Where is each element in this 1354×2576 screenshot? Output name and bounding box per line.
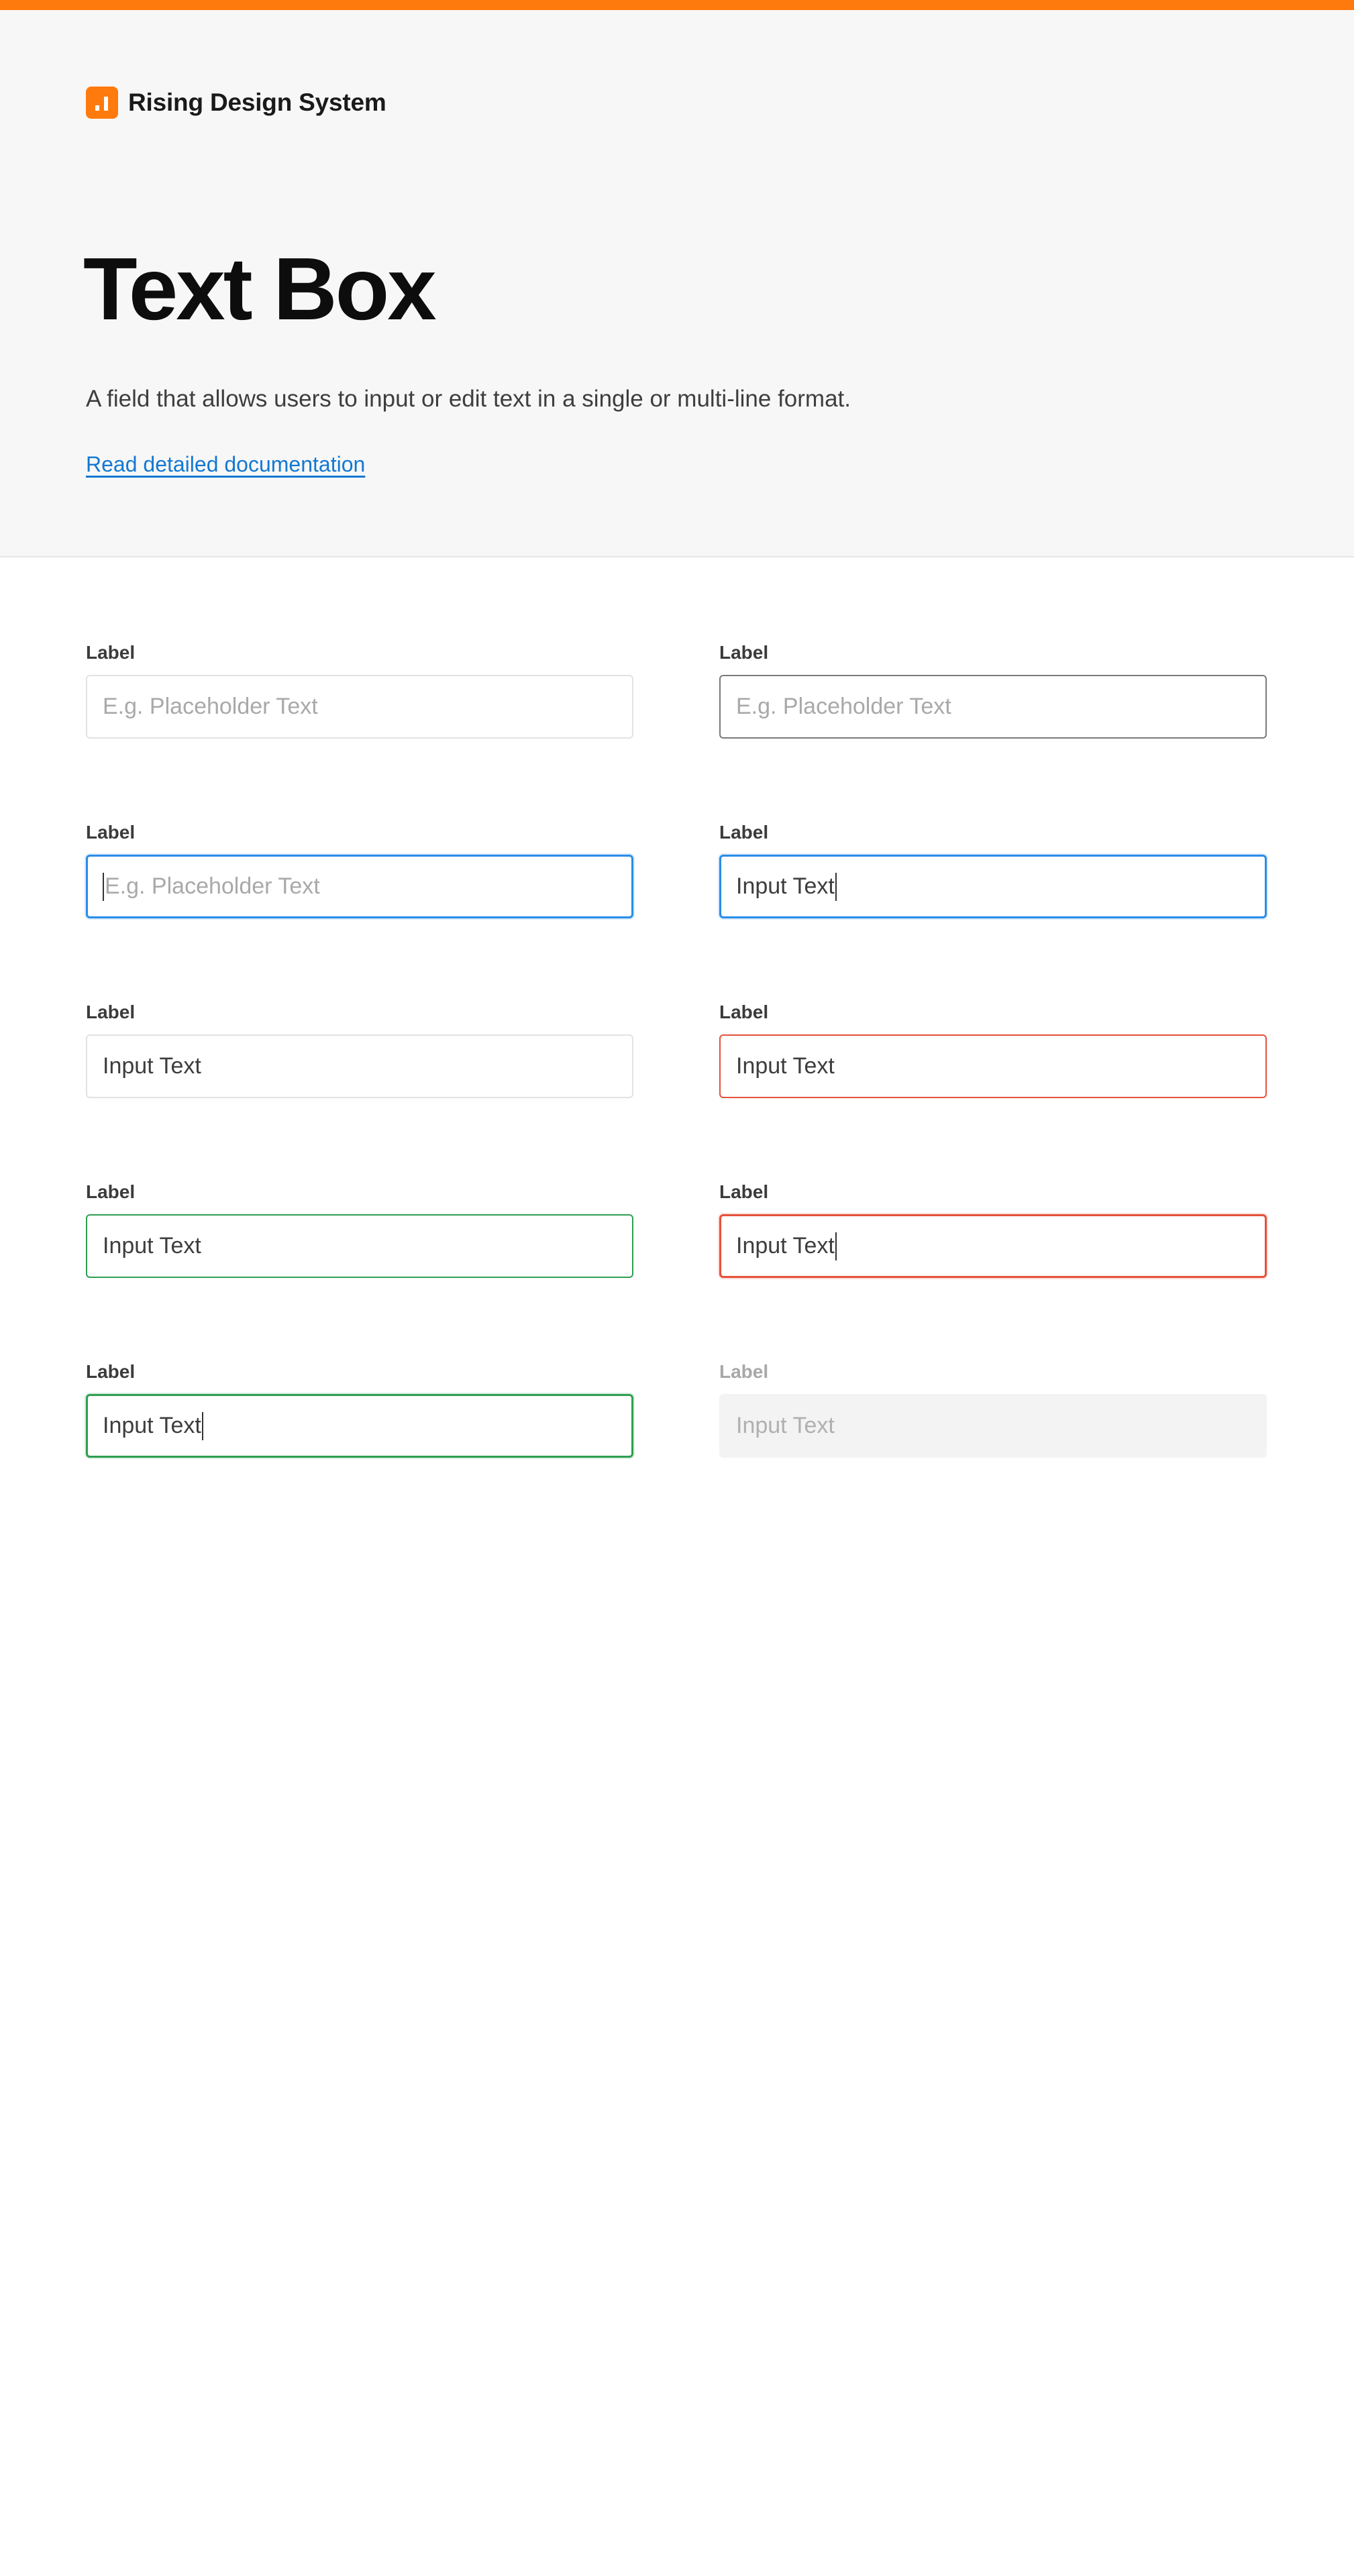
top-accent-bar [0,0,1354,10]
text-caret [201,1411,203,1440]
placeholder-text: E.g. Placeholder Text [105,873,320,899]
text-input[interactable]: E.g. Placeholder Text [86,855,633,918]
bar-chart-logo-icon [86,87,118,119]
text-box-filled: Label Input Text [86,1000,633,1098]
text-input[interactable]: E.g. Placeholder Text [719,675,1267,739]
brand[interactable]: Rising Design System [86,86,386,119]
text-box-hover: Label E.g. Placeholder Text [719,641,1267,739]
field-label: Label [86,1181,136,1202]
field-label: Label [719,1361,769,1382]
text-input[interactable]: Input Text [86,1394,633,1458]
text-box-default: Label E.g. Placeholder Text [86,641,633,739]
text-box-disabled: Label Input Text [719,1360,1267,1458]
field-label: Label [719,1181,769,1202]
input-value: Input Text [736,1413,835,1438]
text-caret [835,1232,837,1260]
text-box-success: Label Input Text [86,1180,633,1278]
input-value: Input Text [103,1233,201,1258]
input-value: Input Text [736,873,835,899]
text-input[interactable]: Input Text [719,1034,1267,1098]
field-label: Label [719,642,769,663]
text-box-error: Label Input Text [719,1000,1267,1098]
text-input[interactable]: E.g. Placeholder Text [86,675,633,739]
text-input[interactable]: Input Text [86,1034,633,1098]
text-input-disabled: Input Text [719,1394,1267,1458]
field-label: Label [719,1002,769,1022]
field-label: Label [719,822,769,843]
text-box-success-focus: Label Input Text [86,1360,633,1458]
text-box-focus-empty: Label E.g. Placeholder Text [86,820,633,918]
text-box-focus-typing: Label Input Text [719,820,1267,918]
brand-name: Rising Design System [128,89,386,116]
input-value: Input Text [103,1413,201,1438]
page-description: A field that allows users to input or ed… [86,386,851,412]
input-value: Input Text [103,1053,201,1079]
field-label: Label [86,642,136,663]
documentation-link[interactable]: Read detailed documentation [86,452,365,477]
field-label: Label [86,1002,136,1022]
text-input[interactable]: Input Text [86,1214,633,1278]
input-value: Input Text [736,1053,835,1079]
page-header: Rising Design System Text Box A field th… [0,10,1354,557]
input-value: Input Text [736,1233,835,1258]
field-label: Label [86,822,136,843]
placeholder-text: E.g. Placeholder Text [103,694,318,719]
text-caret [103,872,104,901]
text-box-error-focus: Label Input Text [719,1180,1267,1278]
field-label: Label [86,1361,136,1382]
text-caret [835,872,837,901]
text-input[interactable]: Input Text [719,1214,1267,1278]
placeholder-text: E.g. Placeholder Text [736,694,951,719]
page-title: Text Box [83,239,437,338]
text-input[interactable]: Input Text [719,855,1267,918]
